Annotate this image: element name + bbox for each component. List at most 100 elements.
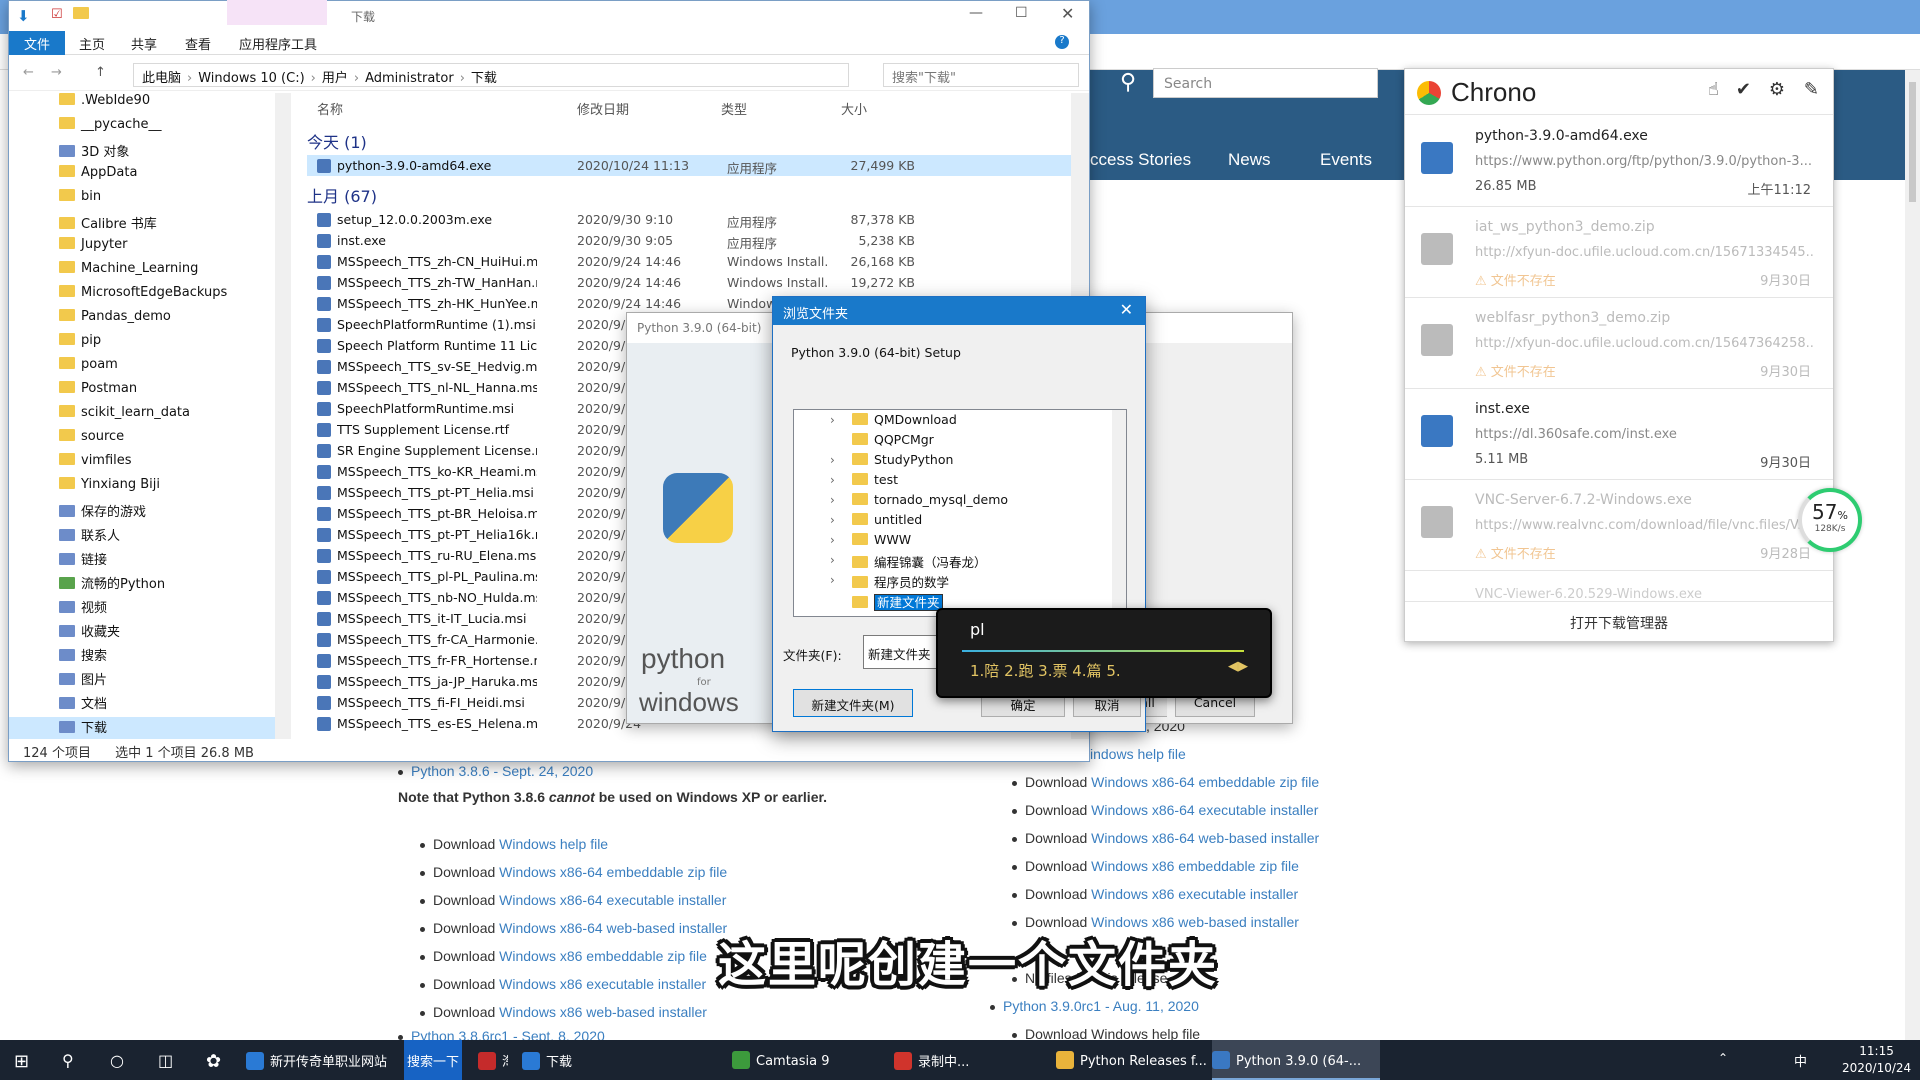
file-row[interactable]: inst.exe 2020/9/30 9:05 应用程序 5,238 KB xyxy=(307,230,1073,251)
download-link[interactable]: Windows x86 web-based installer xyxy=(499,1004,707,1020)
col-size[interactable]: 大小 xyxy=(841,99,867,118)
folder-tree-item[interactable]: › WWW xyxy=(830,532,911,552)
folder-tree-item[interactable]: › untitled xyxy=(830,512,922,532)
col-type[interactable]: 类型 xyxy=(721,99,747,118)
cortana-icon[interactable]: ○ xyxy=(110,1040,124,1080)
path-segment[interactable]: 下载 xyxy=(471,71,497,86)
expand-chevron-icon[interactable]: › xyxy=(830,413,835,427)
folder-tree-item[interactable]: › tornado_mysql_demo xyxy=(830,492,1008,512)
chrono-next-item[interactable]: VNC-Viewer-6.20.529-Windows.exe xyxy=(1475,587,1702,601)
open-download-manager[interactable]: 打开下载管理器 xyxy=(1405,601,1833,641)
download-link-item[interactable]: Download Windows x86-64 embeddable zip f… xyxy=(1012,774,1319,790)
col-name[interactable]: 名称 xyxy=(317,99,343,118)
tree-item[interactable]: 搜索 xyxy=(59,645,107,669)
file-row[interactable]: setup_12.0.0.2003m.exe 2020/9/30 9:10 应用程序… xyxy=(307,209,1073,230)
tab-file[interactable]: 文件 xyxy=(9,31,65,55)
right-help-link[interactable]: indows help file xyxy=(1090,746,1186,762)
release-link-390rc1[interactable]: Python 3.9.0rc1 - Aug. 11, 2020 xyxy=(990,998,1199,1014)
explorer-search-input[interactable]: 搜索"下载" xyxy=(883,63,1079,87)
thumbs-up-icon[interactable]: ☝ xyxy=(1708,79,1719,100)
download-link-item[interactable]: Download Windows x86-64 web-based instal… xyxy=(420,920,727,936)
chrono-item[interactable]: iat_ws_python3_demo.zip http://xfyun-doc.… xyxy=(1405,207,1833,298)
new-folder-button[interactable]: 新建文件夹(M) xyxy=(793,689,913,717)
nav-scrollbar[interactable] xyxy=(275,93,291,739)
tree-item[interactable]: 保存的游戏 xyxy=(59,501,146,525)
minimize-button[interactable]: — xyxy=(969,5,983,21)
taskbar-item[interactable]: 录制中... xyxy=(894,1040,1044,1080)
download-link-item[interactable]: Download Windows x86-64 executable insta… xyxy=(420,892,726,908)
folder-tree-item[interactable]: › test xyxy=(830,472,898,492)
download-link[interactable]: Windows x86-64 executable installer xyxy=(499,892,726,908)
ime-lang-indicator[interactable]: 中 xyxy=(1794,1040,1807,1080)
dialog-close-icon[interactable]: ✕ xyxy=(1120,300,1133,319)
path-segment[interactable]: 用户 xyxy=(322,71,348,86)
tree-item[interactable]: .WebIde90 xyxy=(59,93,150,117)
folder-tree-item[interactable]: › QMDownload xyxy=(830,412,957,432)
chrono-item-url[interactable]: http://xfyun-doc.ufile.ucloud.com.cn/156… xyxy=(1475,336,1815,351)
chrono-item[interactable]: python-3.9.0-amd64.exe https://www.python… xyxy=(1405,116,1833,207)
tree-item[interactable]: 联系人 xyxy=(59,525,120,549)
tree-item[interactable]: 图片 xyxy=(59,669,107,693)
download-link[interactable]: Windows x86 embeddable zip file xyxy=(499,948,707,964)
folder-tree-item[interactable]: 新建文件夹 xyxy=(852,592,943,612)
folder-tree-item[interactable]: › StudyPython xyxy=(830,452,953,472)
nav-news[interactable]: News xyxy=(1228,150,1271,170)
path-segment[interactable]: Administrator xyxy=(365,71,454,86)
tree-item[interactable]: Jupyter xyxy=(59,237,127,261)
tree-item[interactable]: Postman xyxy=(59,381,137,405)
tree-item[interactable]: Yinxiang Biji xyxy=(59,477,160,501)
tree-item[interactable]: 文档 xyxy=(59,693,107,717)
chrono-item[interactable]: inst.exe https://dl.360safe.com/inst.exe 5… xyxy=(1405,389,1833,480)
folder-tree-item[interactable]: › 编程锦囊（冯春龙） xyxy=(830,552,987,572)
tree-item[interactable]: 流畅的Python xyxy=(59,573,165,597)
nav-success-stories[interactable]: ccess Stories xyxy=(1090,150,1191,170)
download-link-item[interactable]: Download Windows x86 executable installe… xyxy=(1012,886,1298,902)
taskbar-item[interactable]: 新开传奇单职业网站 xyxy=(246,1040,396,1080)
new-folder-edit[interactable]: 新建文件夹 xyxy=(874,594,943,611)
tree-item[interactable]: scikit_learn_data xyxy=(59,405,190,429)
col-date[interactable]: 修改日期 xyxy=(577,99,629,118)
properties-icon[interactable]: ☑ xyxy=(51,7,63,22)
ime-candidates[interactable]: 1.陪 2.跑 3.票 4.篇 5. xyxy=(970,660,1121,681)
download-link-item[interactable]: Download Windows x86-64 executable insta… xyxy=(1012,802,1318,818)
download-link[interactable]: Windows x86-64 web-based installer xyxy=(499,920,727,936)
expand-chevron-icon[interactable]: › xyxy=(830,533,835,547)
search-icon[interactable]: ⚲ xyxy=(62,1040,74,1080)
tray-arrow-icon[interactable]: ⌃ xyxy=(1718,1040,1728,1080)
tree-item[interactable]: Calibre 书库 xyxy=(59,213,157,237)
help-icon[interactable]: ? xyxy=(1055,35,1069,49)
expand-chevron-icon[interactable]: › xyxy=(830,473,835,487)
back-arrow-icon[interactable]: ← xyxy=(23,65,34,80)
page-scrollbar[interactable] xyxy=(1905,70,1920,1040)
site-search-icon[interactable]: ⚲ xyxy=(1108,70,1148,106)
app-icon[interactable]: ✿ xyxy=(206,1040,221,1080)
download-link[interactable]: Windows help file xyxy=(499,836,608,852)
expand-chevron-icon[interactable]: › xyxy=(830,553,835,567)
download-link[interactable]: Windows x86-64 embeddable zip file xyxy=(1091,774,1319,790)
group-today[interactable]: 今天 (1) xyxy=(307,129,367,153)
chrono-item-url[interactable]: https://www.python.org/ftp/python/3.9.0/… xyxy=(1475,154,1815,169)
settings-icon[interactable]: ⚙ xyxy=(1769,79,1785,100)
chrono-item-url[interactable]: https://www.realvnc.com/download/file/vn… xyxy=(1475,518,1815,533)
path-segment[interactable]: Windows 10 (C:) xyxy=(198,71,304,86)
maximize-button[interactable]: ☐ xyxy=(1015,5,1028,21)
task-view-icon[interactable]: ◫ xyxy=(158,1040,173,1080)
expand-chevron-icon[interactable]: › xyxy=(830,573,835,587)
tab-view[interactable]: 查看 xyxy=(185,34,211,53)
download-link-item[interactable]: Download Windows x86 web-based installer xyxy=(420,1004,707,1020)
taskbar-item[interactable]: 淘宝 xyxy=(478,1040,508,1080)
tree-item[interactable]: pip xyxy=(59,333,101,357)
download-link[interactable]: Windows x86-64 executable installer xyxy=(1091,802,1318,818)
expand-chevron-icon[interactable]: › xyxy=(830,453,835,467)
folder-tree-item[interactable]: QQPCMgr xyxy=(852,432,934,452)
nav-events[interactable]: Events xyxy=(1320,150,1372,170)
tree-item[interactable]: vimfiles xyxy=(59,453,132,477)
tree-item[interactable]: source xyxy=(59,429,124,453)
file-row[interactable]: python-3.9.0-amd64.exe 2020/10/24 11:13 应用… xyxy=(307,155,1073,176)
tree-item[interactable]: poam xyxy=(59,357,118,381)
group-last-month[interactable]: 上月 (67) xyxy=(307,183,377,207)
taskbar-item[interactable]: Camtasia 9 xyxy=(732,1040,882,1080)
clock[interactable]: 11:15 2020/10/24 xyxy=(1842,1040,1911,1080)
taskbar-item[interactable]: Python Releases f... xyxy=(1056,1040,1206,1080)
ime-page-arrows-icon[interactable]: ◀▶ xyxy=(1228,659,1248,674)
